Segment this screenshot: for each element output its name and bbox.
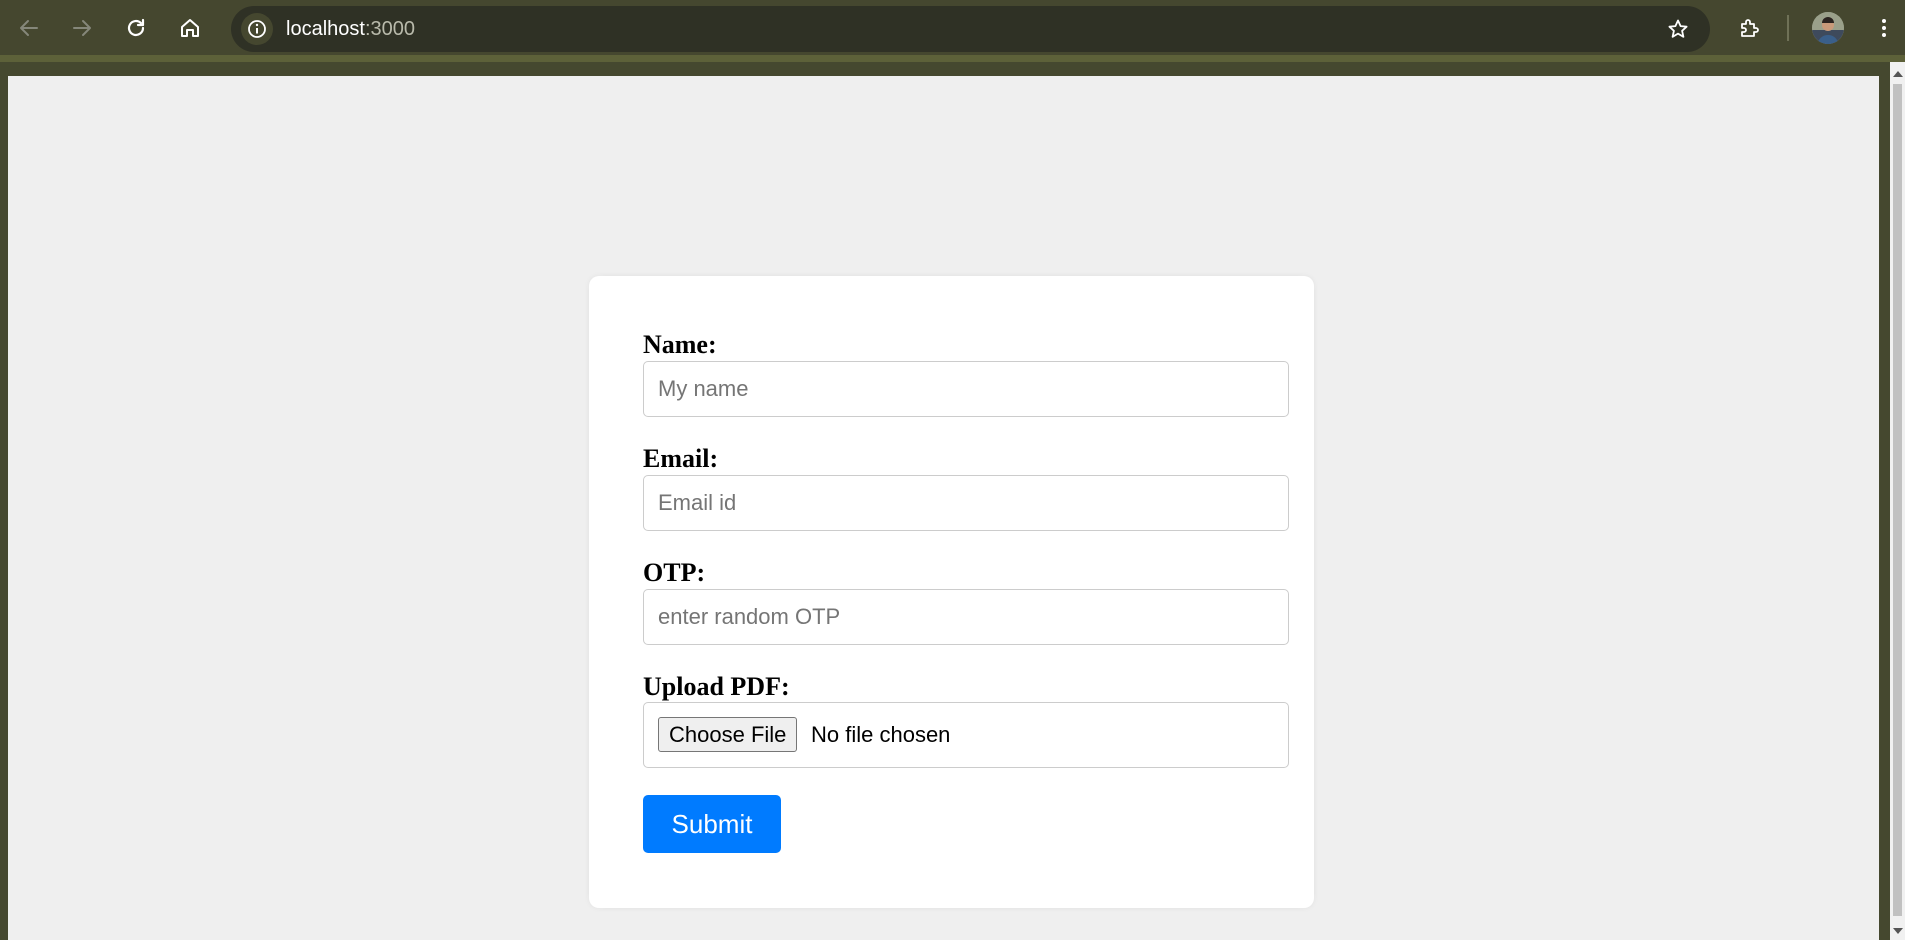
puzzle-icon <box>1741 19 1759 37</box>
url-host: localhost <box>286 18 365 40</box>
star-icon <box>1668 19 1688 38</box>
email-label: Email: <box>643 444 719 473</box>
kebab-menu-icon <box>1882 19 1886 37</box>
name-input[interactable] <box>643 361 1289 417</box>
avatar-image <box>1812 12 1844 44</box>
forward-button[interactable] <box>64 10 100 46</box>
file-status-text: No file chosen <box>811 722 951 747</box>
info-icon <box>248 20 266 38</box>
back-button[interactable] <box>11 10 47 46</box>
pdf-file-input[interactable]: Choose File No file chosen <box>643 702 1289 768</box>
email-input[interactable] <box>643 475 1289 531</box>
reload-button[interactable] <box>118 10 154 46</box>
url-text[interactable]: localhost:3000 <box>286 6 415 52</box>
submit-button[interactable]: Submit <box>643 795 781 853</box>
name-label: Name: <box>643 330 717 359</box>
bookmark-button[interactable] <box>1662 13 1694 45</box>
vertical-scrollbar[interactable] <box>1890 62 1905 940</box>
otp-input[interactable] <box>643 589 1289 645</box>
browser-menu-button[interactable] <box>1866 10 1902 46</box>
profile-avatar[interactable] <box>1812 12 1844 44</box>
reload-icon <box>127 18 145 37</box>
home-icon <box>181 19 199 37</box>
browser-toolbar: localhost:3000 <box>0 0 1905 55</box>
forward-arrow-icon <box>73 20 91 36</box>
site-info-button[interactable] <box>241 13 273 45</box>
page-viewport: Name: Email: OTP: Upload PDF: Choose Fil… <box>8 76 1879 940</box>
choose-file-button[interactable]: Choose File <box>658 717 798 752</box>
url-port: :3000 <box>364 18 415 40</box>
scrollbar-thumb[interactable] <box>1893 84 1902 916</box>
upload-pdf-label: Upload PDF: <box>643 672 790 701</box>
toolbar-divider <box>1787 15 1789 41</box>
otp-label: OTP: <box>643 558 706 587</box>
toolbar-bottom-strip <box>0 55 1905 62</box>
address-bar[interactable]: localhost:3000 <box>231 6 1710 52</box>
home-button[interactable] <box>172 10 208 46</box>
scroll-up-arrow-icon[interactable] <box>1893 71 1903 77</box>
scroll-down-arrow-icon[interactable] <box>1893 928 1903 934</box>
extensions-button[interactable] <box>1731 10 1767 46</box>
back-arrow-icon <box>20 20 38 36</box>
upload-form-card: Name: Email: OTP: Upload PDF: Choose Fil… <box>589 276 1314 908</box>
